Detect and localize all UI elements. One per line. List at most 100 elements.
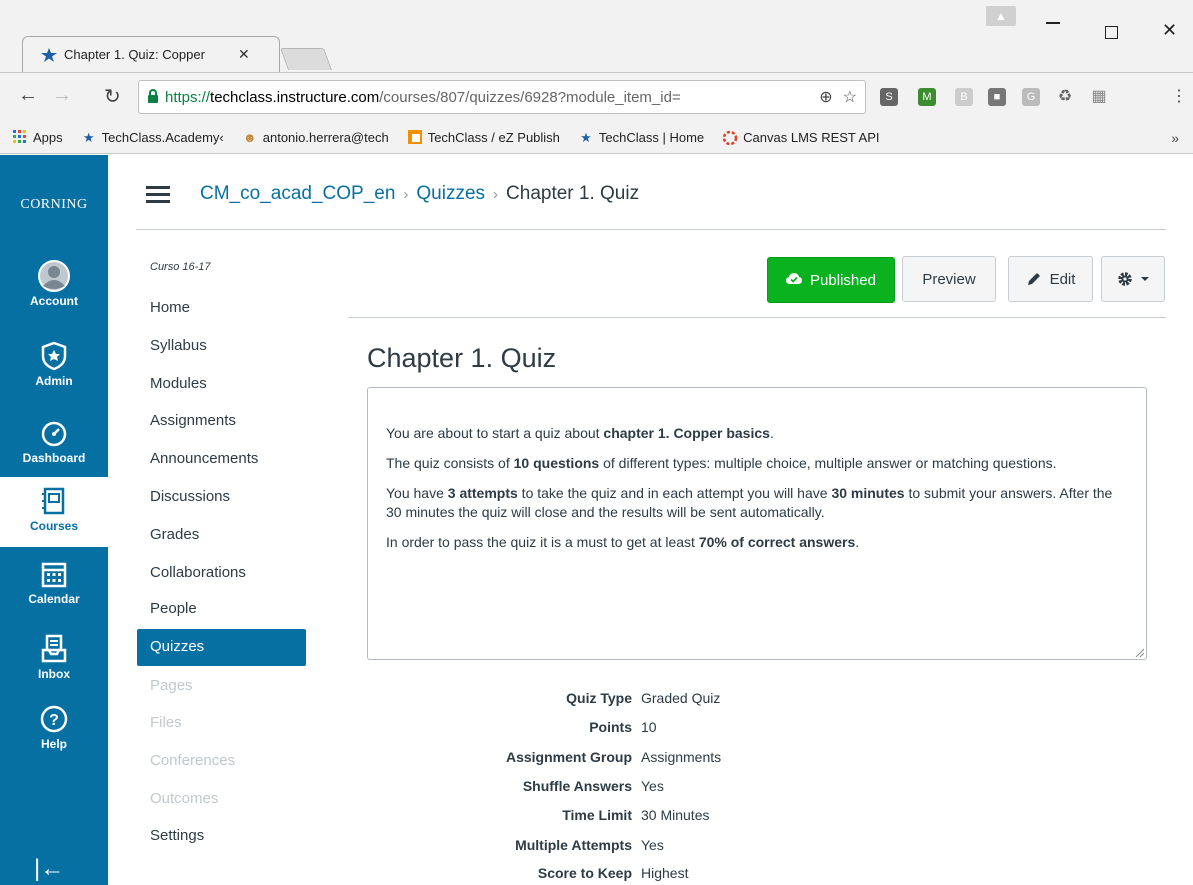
admin-shield-icon: [41, 341, 67, 371]
detail-label: Quiz Type: [566, 690, 632, 706]
extension-g-icon[interactable]: G: [1022, 88, 1040, 106]
forward-icon[interactable]: →: [52, 84, 72, 107]
canvas-icon: [722, 130, 738, 146]
tab-close-icon[interactable]: ✕: [238, 46, 250, 63]
course-nav-grades[interactable]: Grades: [150, 526, 199, 543]
course-nav-conferences[interactable]: Conferences: [150, 752, 235, 769]
lock-icon: [147, 88, 159, 106]
inbox-icon: [41, 634, 67, 663]
bookmark-apps[interactable]: Apps: [12, 129, 63, 146]
course-nav-syllabus[interactable]: Syllabus: [150, 337, 207, 354]
global-nav-admin[interactable]: Admin: [0, 340, 108, 388]
course-term: Curso 16-17: [150, 261, 211, 273]
detail-label: Assignment Group: [505, 749, 632, 765]
browser-tab[interactable]: Chapter 1. Quiz: Copper ✕: [22, 36, 280, 73]
pencil-icon: [1027, 273, 1040, 285]
header-divider: [136, 229, 1166, 230]
global-nav-account[interactable]: Account: [0, 260, 108, 308]
global-nav-courses[interactable]: Courses: [0, 477, 108, 547]
published-button[interactable]: Published: [767, 257, 895, 303]
detail-value: 30 Minutes: [641, 807, 710, 823]
global-nav-dashboard[interactable]: Dashboard: [0, 417, 108, 465]
breadcrumb-current: Chapter 1. Quiz: [506, 183, 640, 204]
extension-square-icon[interactable]: ■: [988, 88, 1006, 106]
course-menu-toggle-icon[interactable]: [146, 186, 170, 204]
close-window-icon[interactable]: ✕: [1162, 20, 1177, 41]
course-nav-outcomes[interactable]: Outcomes: [150, 790, 218, 807]
detail-label: Time Limit: [562, 807, 632, 823]
new-tab-button[interactable]: [279, 48, 333, 70]
course-nav-pages[interactable]: Pages: [150, 677, 193, 694]
bookmark-star-icon[interactable]: ☆: [843, 87, 857, 107]
preview-button[interactable]: Preview: [902, 256, 996, 302]
caret-down-icon: [1141, 277, 1149, 281]
course-nav-collaborations[interactable]: Collaborations: [150, 564, 246, 581]
extension-m-icon[interactable]: M: [918, 88, 936, 106]
bookmark-canvas-api[interactable]: Canvas LMS REST API: [722, 130, 880, 146]
minimize-icon[interactable]: [1046, 22, 1060, 24]
breadcrumb-course-link[interactable]: CM_co_acad_COP_en: [200, 183, 395, 204]
course-nav-settings[interactable]: Settings: [150, 827, 204, 844]
breadcrumb: CM_co_acad_COP_en › Quizzes › Chapter 1. Qui…: [200, 183, 639, 205]
courses-icon: [42, 487, 65, 515]
extension-s-icon[interactable]: S: [880, 88, 898, 106]
global-nav-inbox[interactable]: Inbox: [0, 633, 108, 681]
bookmarks-bar: Apps ★ TechClass.Academy‹ ☻ antonio.herr…: [0, 122, 1193, 154]
course-nav-files[interactable]: Files: [150, 714, 182, 731]
svg-text:?: ?: [49, 712, 59, 729]
course-nav-quizzes[interactable]: Quizzes: [150, 638, 204, 655]
profile-icon[interactable]: ▲: [986, 6, 1016, 26]
description-paragraph: You are about to start a quiz about chap…: [386, 425, 774, 441]
description-paragraph: The quiz consists of 10 questions of dif…: [386, 455, 1057, 471]
resize-handle-icon[interactable]: [1134, 647, 1144, 657]
published-check-icon: [786, 273, 803, 284]
edit-button[interactable]: Edit: [1008, 256, 1093, 302]
course-nav-announcements[interactable]: Announcements: [150, 450, 258, 467]
address-bar[interactable]: https://techclass.instructure.com/course…: [138, 80, 866, 114]
techclass-star-icon: ★: [82, 129, 95, 145]
bookmark-ez-publish[interactable]: TechClass / eZ Publish: [407, 129, 560, 146]
gear-icon: [1118, 272, 1132, 286]
ez-publish-icon: [407, 129, 423, 146]
extension-layout-icon[interactable]: ▦: [1090, 88, 1108, 106]
zoom-icon[interactable]: ⊕: [819, 87, 832, 107]
calendar-icon: [41, 562, 67, 588]
description-paragraph: You have 3 attempts to take the quiz and…: [386, 485, 1113, 520]
apps-grid-icon: [12, 129, 28, 146]
chrome-menu-icon[interactable]: ⋮: [1170, 88, 1188, 106]
detail-label: Shuffle Answers: [522, 778, 632, 794]
detail-value: Assignments: [641, 749, 722, 765]
back-icon[interactable]: ←: [18, 84, 38, 107]
settings-menu-button[interactable]: [1101, 256, 1165, 302]
url-text: https://techclass.instructure.com/course…: [165, 88, 681, 106]
techclass-star-icon: [41, 47, 57, 62]
global-nav-calendar[interactable]: Calendar: [0, 558, 108, 606]
page-title: Chapter 1. Quiz: [367, 343, 557, 373]
breadcrumb-separator: ›: [493, 186, 499, 203]
course-nav-modules[interactable]: Modules: [150, 375, 207, 392]
brand-logo[interactable]: CORNING: [0, 197, 108, 213]
course-nav-discussions[interactable]: Discussions: [150, 488, 230, 505]
bookmarks-overflow-icon[interactable]: »: [1171, 130, 1179, 146]
course-nav-home[interactable]: Home: [150, 299, 190, 316]
detail-value: Yes: [641, 778, 664, 794]
course-nav-assignments[interactable]: Assignments: [150, 412, 236, 429]
techclass-star-icon: ★: [580, 129, 592, 145]
maximize-icon[interactable]: [1105, 26, 1118, 39]
description-paragraph: In order to pass the quiz it is a must t…: [386, 534, 860, 550]
breadcrumb-quizzes-link[interactable]: Quizzes: [416, 183, 485, 204]
tab-title: Chapter 1. Quiz: Copper: [64, 47, 205, 62]
bookmark-antonio[interactable]: ☻ antonio.herrera@tech: [242, 130, 389, 146]
bookmark-techclass-home[interactable]: ★ TechClass | Home: [578, 130, 704, 146]
global-nav-help[interactable]: ? Help: [0, 703, 108, 751]
detail-value: Yes: [641, 837, 664, 853]
quiz-description: You are about to start a quiz about chap…: [367, 387, 1147, 660]
breadcrumb-separator: ›: [403, 186, 409, 203]
collapse-nav-icon[interactable]: |←: [34, 855, 64, 883]
reload-icon[interactable]: ↻: [104, 84, 121, 109]
extension-b-icon[interactable]: B: [955, 88, 973, 106]
recycle-icon[interactable]: ♻: [1056, 88, 1074, 106]
bookmark-techclass-academy[interactable]: ★ TechClass.Academy‹: [81, 130, 224, 146]
detail-value: Highest: [641, 865, 689, 881]
course-nav-people[interactable]: People: [150, 600, 197, 617]
